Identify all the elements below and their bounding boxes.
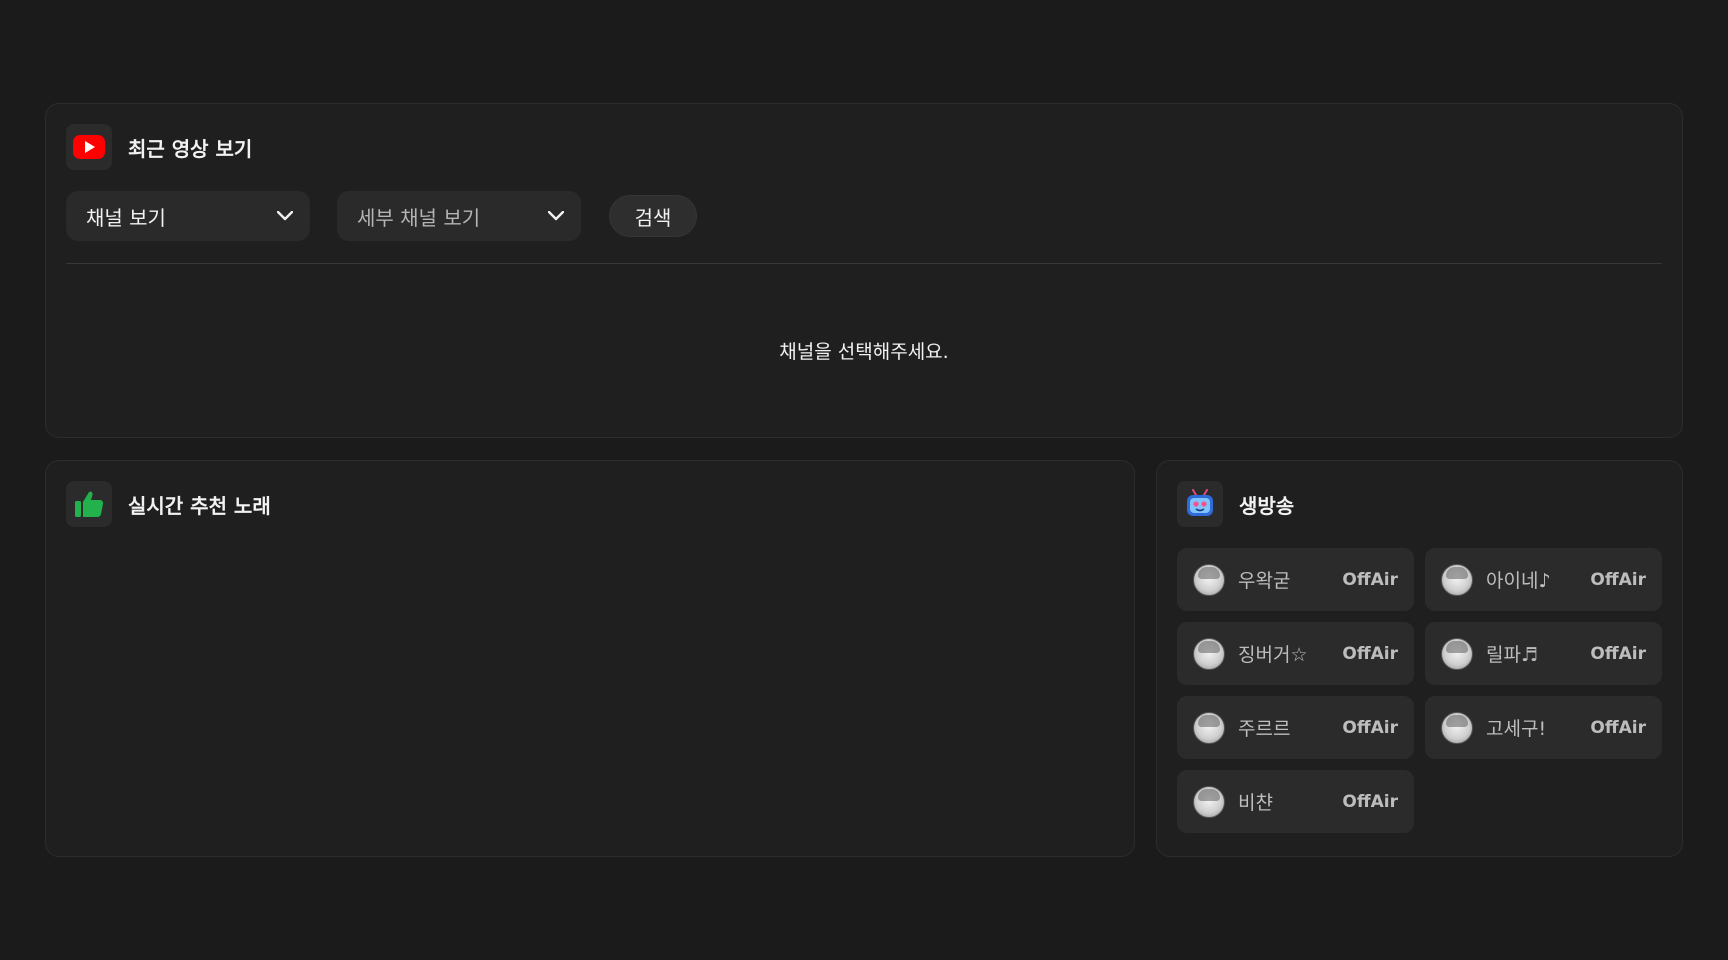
recent-videos-header: 최근 영상 보기 — [66, 124, 252, 170]
recommend-songs-title: 실시간 추천 노래 — [128, 493, 271, 518]
avatar — [1193, 637, 1225, 670]
chevron-down-icon — [276, 207, 294, 225]
sub-channel-select-value: 세부 채널 보기 — [357, 205, 481, 230]
avatar — [1441, 637, 1473, 670]
live-status: OffAir — [1342, 791, 1398, 812]
youtube-icon — [66, 124, 112, 170]
live-item[interactable]: 릴파♬ OffAir — [1425, 622, 1662, 685]
live-item[interactable]: 주르르 OffAir — [1177, 696, 1414, 759]
live-name: 아이네♪ — [1486, 570, 1551, 592]
live-status: OffAir — [1342, 643, 1398, 664]
thumbs-up-icon — [66, 481, 112, 527]
sub-channel-select[interactable]: 세부 채널 보기 — [337, 191, 581, 241]
avatar — [1441, 711, 1473, 744]
live-item[interactable]: 고세구! OffAir — [1425, 696, 1662, 759]
live-item[interactable]: 우왁굳 OffAir — [1177, 548, 1414, 611]
live-name: 비챤 — [1238, 792, 1273, 814]
live-item[interactable]: 징버거☆ OffAir — [1177, 622, 1414, 685]
search-button[interactable]: 검색 — [609, 195, 697, 237]
live-name: 릴파♬ — [1486, 644, 1538, 666]
recommend-songs-header: 실시간 추천 노래 — [66, 481, 271, 527]
live-grid: 우왁굳 OffAir 아이네♪ OffAir 징버거☆ OffAir 릴파♬ O… — [1177, 548, 1662, 833]
live-status: OffAir — [1590, 569, 1646, 590]
recent-videos-title: 최근 영상 보기 — [128, 136, 253, 161]
live-item[interactable]: 비챤 OffAir — [1177, 770, 1414, 833]
live-name: 우왁굳 — [1238, 570, 1291, 592]
live-name: 징버거☆ — [1238, 644, 1308, 666]
live-name: 주르르 — [1238, 718, 1291, 740]
avatar — [1193, 563, 1225, 596]
live-status: OffAir — [1590, 717, 1646, 738]
avatar — [1193, 785, 1225, 818]
live-header: 생방송 — [1177, 481, 1294, 527]
live-status: OffAir — [1590, 643, 1646, 664]
avatar — [1441, 563, 1473, 596]
live-card: 생방송 우왁굳 OffAir 아이네♪ OffAir 징버거☆ OffAir 릴… — [1156, 460, 1683, 857]
recommend-songs-card: 실시간 추천 노래 — [45, 460, 1135, 857]
live-name: 고세구! — [1486, 718, 1547, 740]
chevron-down-icon — [547, 207, 565, 225]
tv-mascot-icon — [1177, 481, 1223, 527]
live-status: OffAir — [1342, 717, 1398, 738]
live-status: OffAir — [1342, 569, 1398, 590]
channel-select[interactable]: 채널 보기 — [66, 191, 310, 241]
channel-select-value: 채널 보기 — [86, 205, 166, 230]
empty-message: 채널을 선택해주세요. — [779, 341, 949, 363]
recent-videos-card: 최근 영상 보기 채널 보기 세부 채널 보기 검색 채널을 선택해주세요. — [45, 103, 1683, 438]
live-title: 생방송 — [1239, 493, 1295, 518]
recent-divider — [66, 263, 1662, 264]
avatar — [1193, 711, 1225, 744]
live-item[interactable]: 아이네♪ OffAir — [1425, 548, 1662, 611]
